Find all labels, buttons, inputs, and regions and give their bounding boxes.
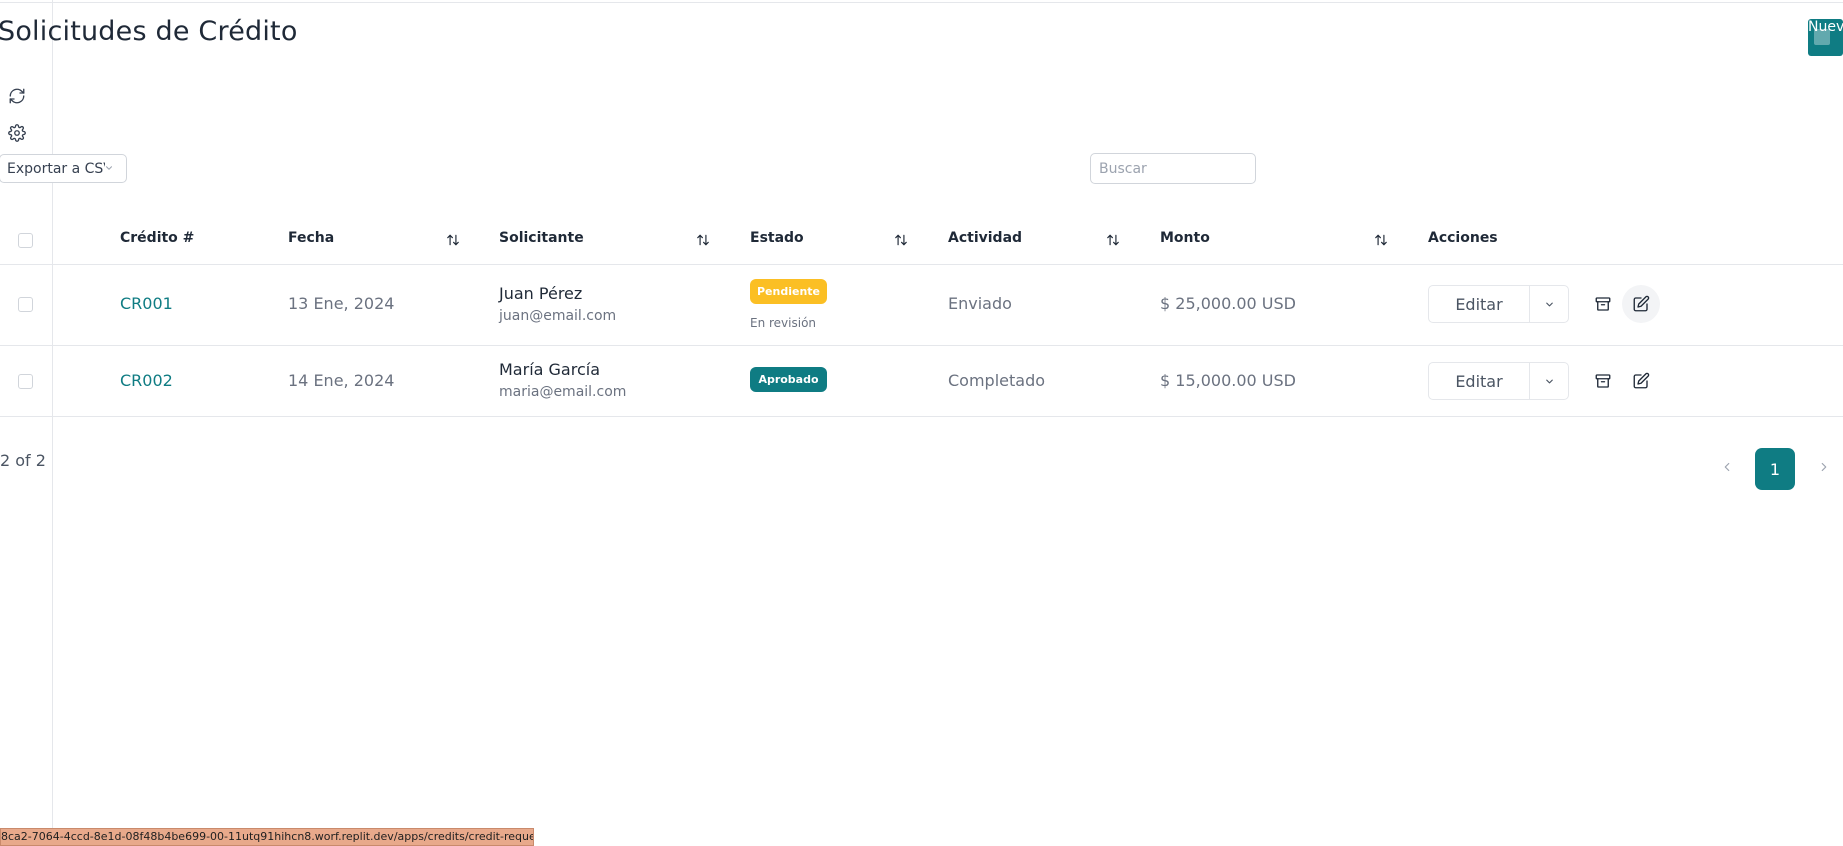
refresh-icon[interactable]	[8, 87, 26, 105]
edit-button[interactable]: Editar	[1429, 286, 1530, 322]
row-checkbox[interactable]	[18, 374, 33, 389]
chevron-down-icon	[1545, 379, 1553, 383]
table-row: CR002 14 Ene, 2024 María García maria@em…	[0, 346, 1843, 417]
amount-text: $ 25,000.00 USD	[1160, 294, 1296, 313]
gear-icon[interactable]	[8, 124, 26, 142]
column-header-status: Estado	[750, 230, 804, 246]
status-badge: Aprobado	[750, 367, 827, 392]
column-header-date: Fecha	[288, 230, 335, 246]
edit-split-button: Editar	[1428, 285, 1569, 323]
column-header-activity: Actividad	[948, 230, 1023, 246]
new-request-image	[1814, 29, 1830, 45]
edit-menu-toggle[interactable]	[1530, 363, 1568, 399]
activity-text: Completado	[948, 371, 1046, 390]
credit-date: 13 Ene, 2024	[288, 294, 395, 313]
export-csv-select[interactable]: Exportar a CSV	[0, 154, 127, 183]
sort-status-icon[interactable]	[894, 233, 908, 247]
credit-id-link[interactable]: CR001	[120, 294, 173, 313]
chevron-right-icon[interactable]	[1817, 460, 1831, 474]
sidebar-divider	[52, 0, 53, 846]
edit-icon[interactable]	[1622, 285, 1660, 323]
column-header-credit: Crédito #	[120, 230, 195, 246]
edit-split-button: Editar	[1428, 362, 1569, 400]
new-request-button[interactable]: Nueva solicitud	[1808, 19, 1843, 56]
status-detail: En revisión	[750, 316, 817, 330]
status-badge: Pendiente	[750, 279, 827, 304]
applicant-name: Juan Pérez	[499, 284, 583, 303]
pagination-page-button[interactable]: 1	[1755, 448, 1795, 490]
row-checkbox[interactable]	[18, 297, 33, 312]
chevron-down-icon	[105, 166, 113, 170]
activity-text: Enviado	[948, 294, 1012, 313]
table-header: Crédito # Fecha Solicitante Estado Activ…	[0, 216, 1843, 265]
sort-applicant-icon[interactable]	[696, 233, 710, 247]
table-row: CR001 13 Ene, 2024 Juan Pérez juan@email…	[0, 264, 1843, 346]
chevron-left-icon[interactable]	[1720, 460, 1734, 474]
results-count: 2 of 2	[0, 451, 46, 470]
column-header-applicant: Solicitante	[499, 230, 584, 246]
archive-icon[interactable]	[1584, 362, 1622, 400]
column-header-actions: Acciones	[1428, 230, 1498, 246]
edit-button[interactable]: Editar	[1429, 363, 1530, 399]
chevron-down-icon	[1545, 302, 1553, 306]
archive-icon[interactable]	[1584, 285, 1622, 323]
edit-menu-toggle[interactable]	[1530, 286, 1568, 322]
amount-text: $ 15,000.00 USD	[1160, 371, 1296, 390]
credit-date: 14 Ene, 2024	[288, 371, 395, 390]
select-all-checkbox[interactable]	[18, 233, 33, 248]
search-input[interactable]	[1090, 153, 1256, 184]
applicant-email: juan@email.com	[499, 308, 617, 324]
applicant-name: María García	[499, 360, 600, 379]
page-title: Solicitudes de Crédito	[0, 16, 298, 47]
applicant-email: maria@email.com	[499, 384, 627, 400]
sort-amount-icon[interactable]	[1374, 233, 1388, 247]
top-border	[0, 2, 1843, 3]
status-bar-url: 8ca2-7064-4ccd-8e1d-08f48b4be699-00-11ut…	[0, 828, 534, 846]
export-csv-label: Exportar a CSV	[7, 160, 105, 177]
sort-date-icon[interactable]	[446, 233, 460, 247]
credit-id-link[interactable]: CR002	[120, 371, 173, 390]
column-header-amount: Monto	[1160, 230, 1210, 246]
edit-icon[interactable]	[1622, 362, 1660, 400]
sort-activity-icon[interactable]	[1106, 233, 1120, 247]
